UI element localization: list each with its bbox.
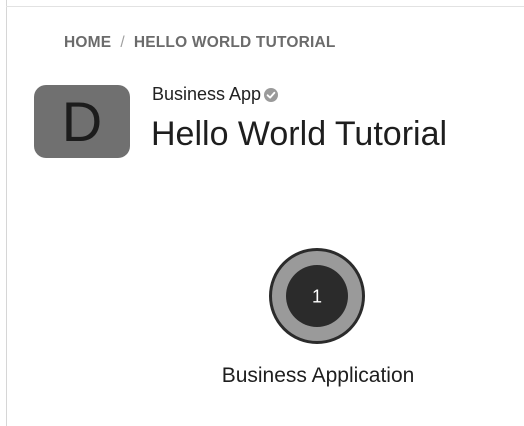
app-avatar-letter: D (61, 89, 103, 153)
breadcrumb: HOME / HELLO WORLD TUTORIAL (64, 34, 336, 52)
app-frame: HOME / HELLO WORLD TUTORIAL D Business A… (0, 0, 524, 426)
business-application-node[interactable]: 1 (267, 246, 367, 346)
app-avatar: D (34, 85, 130, 158)
breadcrumb-home-link[interactable]: HOME (64, 34, 111, 52)
node-label: Business Application (221, 364, 415, 387)
frame-divider-top (6, 6, 524, 7)
app-type-label: Business App (152, 84, 262, 104)
breadcrumb-separator: / (120, 34, 125, 51)
node-count: 1 (312, 287, 322, 307)
check-circle-icon (264, 87, 279, 102)
frame-divider-left (6, 0, 7, 426)
breadcrumb-current-page[interactable]: HELLO WORLD TUTORIAL (134, 34, 336, 52)
app-type-line: Business App (152, 84, 279, 105)
page-title: Hello World Tutorial (151, 115, 448, 153)
